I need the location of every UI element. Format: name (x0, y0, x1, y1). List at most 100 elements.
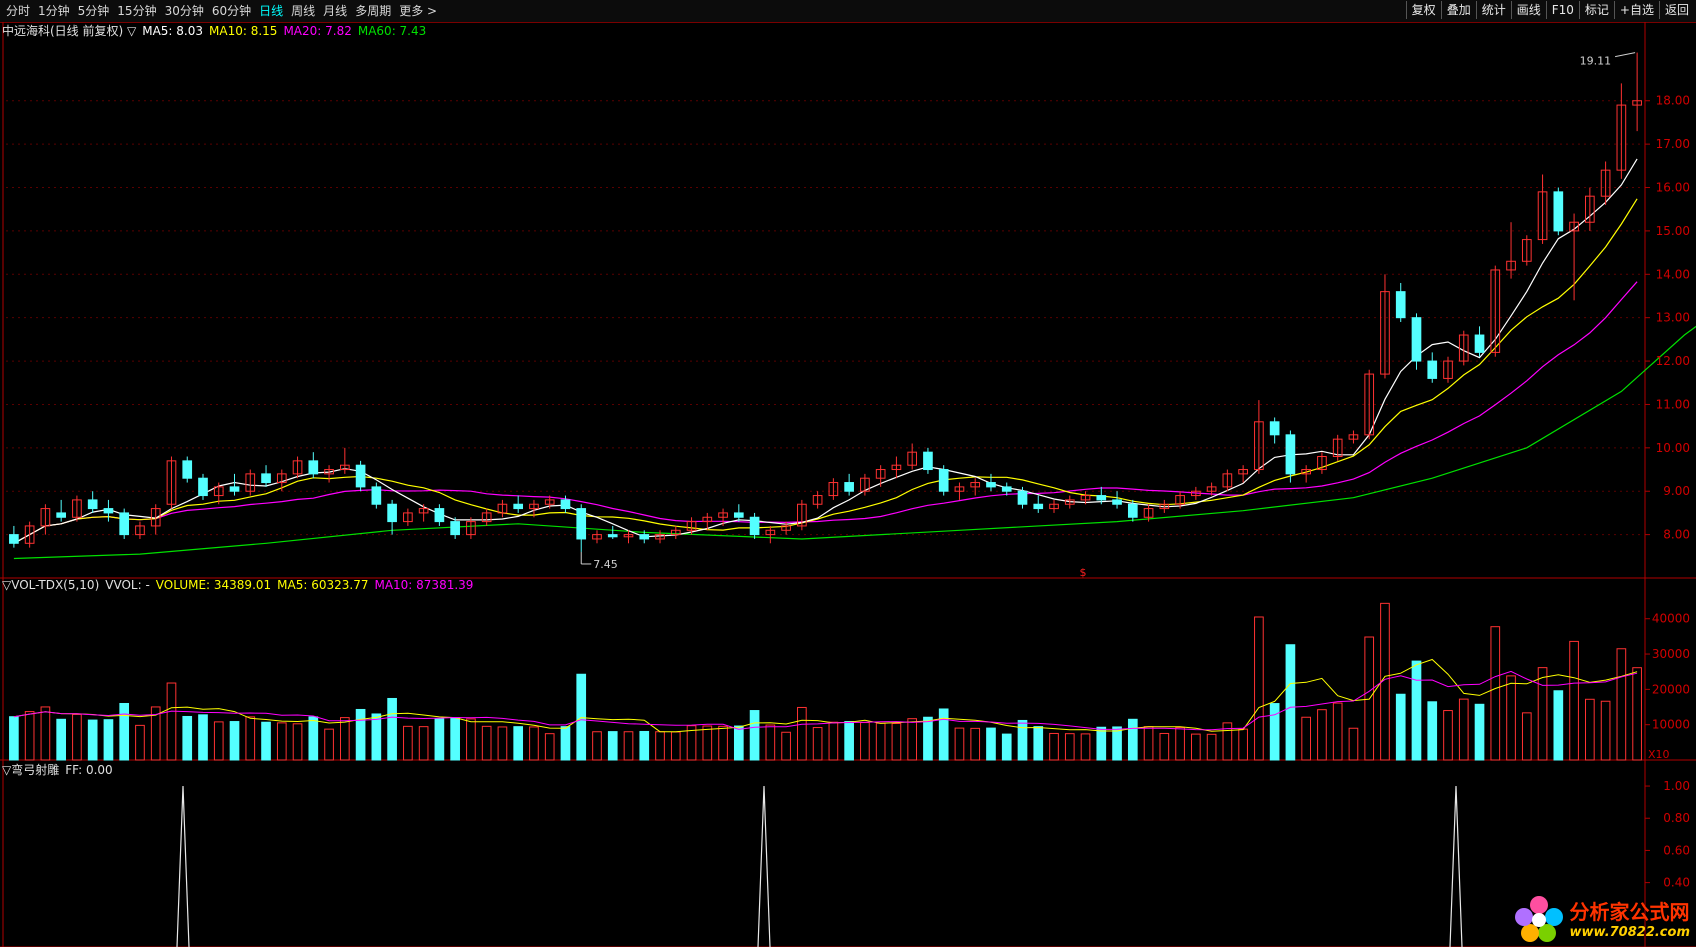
candle-body (261, 473, 271, 484)
candle-body (1553, 191, 1564, 232)
volume-bar (1395, 693, 1406, 761)
volume-bar (812, 727, 823, 761)
volume-bar (434, 718, 445, 761)
volume-bar (1443, 710, 1453, 761)
volume-bar (403, 725, 413, 761)
volume-bar (418, 726, 429, 761)
stock-title[interactable]: 中远海科(日线 前复权) ▽ (2, 24, 136, 38)
volume-bar (1537, 667, 1548, 761)
price-tick-label: 15.00 (1656, 224, 1690, 238)
candle-body (1427, 360, 1438, 379)
volume-bar (970, 727, 981, 761)
volume-bar (1411, 660, 1422, 761)
price-tick-label: 18.00 (1656, 94, 1690, 108)
volume-bar (513, 726, 524, 761)
volume-bar (40, 706, 51, 761)
volume-bar (1064, 733, 1075, 761)
price-tick-label: 13.00 (1656, 311, 1690, 325)
volume-bar (1049, 732, 1059, 761)
volume-bar (1017, 719, 1028, 761)
volume-bar (1616, 648, 1627, 761)
indicator-tick-label: 0.40 (1663, 876, 1690, 890)
ma60-label: MA60: 7.43 (357, 24, 427, 38)
volume-tick-label: 10000 (1652, 718, 1690, 732)
volume-label: VOLUME: 34389.01 (155, 578, 272, 592)
volume-bar (24, 711, 35, 761)
volume-bar (718, 725, 728, 761)
volume-bar (182, 715, 193, 761)
volume-bar (1175, 727, 1185, 761)
candle-body (434, 508, 445, 523)
candlesticks (9, 52, 1642, 552)
ma5-line (13, 158, 1638, 544)
indicator-spikes (176, 786, 1463, 947)
candle-body (1285, 434, 1296, 475)
volume-bar (1427, 701, 1438, 761)
volume-bar (639, 730, 650, 761)
volume-bar (450, 717, 460, 761)
volume-bar (733, 725, 744, 761)
volume-bar (797, 706, 807, 761)
volume-bar (875, 722, 886, 761)
indicator-title[interactable]: ▽弯弓射雕 (2, 763, 59, 777)
candle-body (938, 469, 949, 492)
volume-bar (1553, 690, 1564, 761)
candle-body (1474, 334, 1485, 353)
volume-bar (749, 710, 760, 761)
vol-ma5-polyline (13, 658, 1638, 733)
volume-bar (355, 708, 366, 761)
vvol-label: VVOL: - (105, 578, 150, 592)
volume-bar (103, 719, 114, 761)
ma60-line (13, 325, 1696, 560)
indicator-pane-header: ▽弯弓射雕 FF: 0.00 (2, 763, 113, 777)
volume-bar (324, 728, 334, 761)
candle-body (9, 534, 19, 544)
indicator-tick-label: 0.80 (1663, 811, 1690, 825)
volume-bar (339, 717, 350, 761)
volume-bar (1080, 733, 1091, 761)
volume-bars (9, 602, 1642, 761)
volume-bar (1600, 700, 1611, 761)
volume-bar (938, 708, 949, 761)
volume-bar (245, 716, 256, 761)
volume-bar (1001, 733, 1012, 761)
volume-bar (1206, 733, 1217, 761)
candle-body (1017, 490, 1028, 505)
stock-chart[interactable]: 18.00 17.00 16.00 15.00 14.00 13.00 12.00 11.00… (0, 0, 1696, 947)
candle-body (607, 534, 618, 538)
volume-bar (954, 727, 965, 761)
volume-bar (1096, 726, 1107, 761)
flower-logo-icon (1514, 896, 1563, 942)
candle-body (1395, 291, 1406, 319)
volume-bar (560, 726, 571, 761)
price-tick-label: 14.00 (1656, 267, 1690, 281)
ma5-polyline (13, 158, 1638, 544)
volume-bar (1317, 709, 1327, 761)
candle-body (844, 482, 854, 492)
candle-body (450, 521, 460, 536)
candle-body (560, 499, 571, 510)
volume-pane-header: ▽VOL-TDX(5,10) VVOL: - VOLUME: 34389.01 … (2, 578, 473, 592)
price-tick-label: 8.00 (1663, 528, 1690, 542)
candle-body (387, 503, 397, 523)
volume-bar (529, 726, 539, 761)
volume-tick-label: 30000 (1652, 647, 1690, 661)
volume-bar (56, 718, 66, 761)
volume-bar (623, 731, 634, 761)
volume-bar (1159, 732, 1170, 761)
volume-bar (497, 726, 508, 761)
volume-bar (702, 725, 713, 761)
candle-body (986, 482, 996, 488)
volume-bar (1191, 733, 1201, 761)
candle-body (733, 512, 744, 518)
candle-body (355, 464, 366, 488)
volume-bar (1112, 726, 1122, 761)
axes: 18.00 17.00 16.00 15.00 14.00 13.00 12.00 11.00… (580, 52, 1690, 890)
volume-bar (1033, 726, 1044, 761)
vol-indicator-title[interactable]: ▽VOL-TDX(5,10) (2, 578, 99, 592)
volume-bar (1127, 718, 1138, 761)
candle-body (513, 503, 524, 510)
volume-bar (1285, 644, 1296, 761)
volume-bar (87, 719, 98, 761)
volume-bar (1254, 616, 1264, 761)
